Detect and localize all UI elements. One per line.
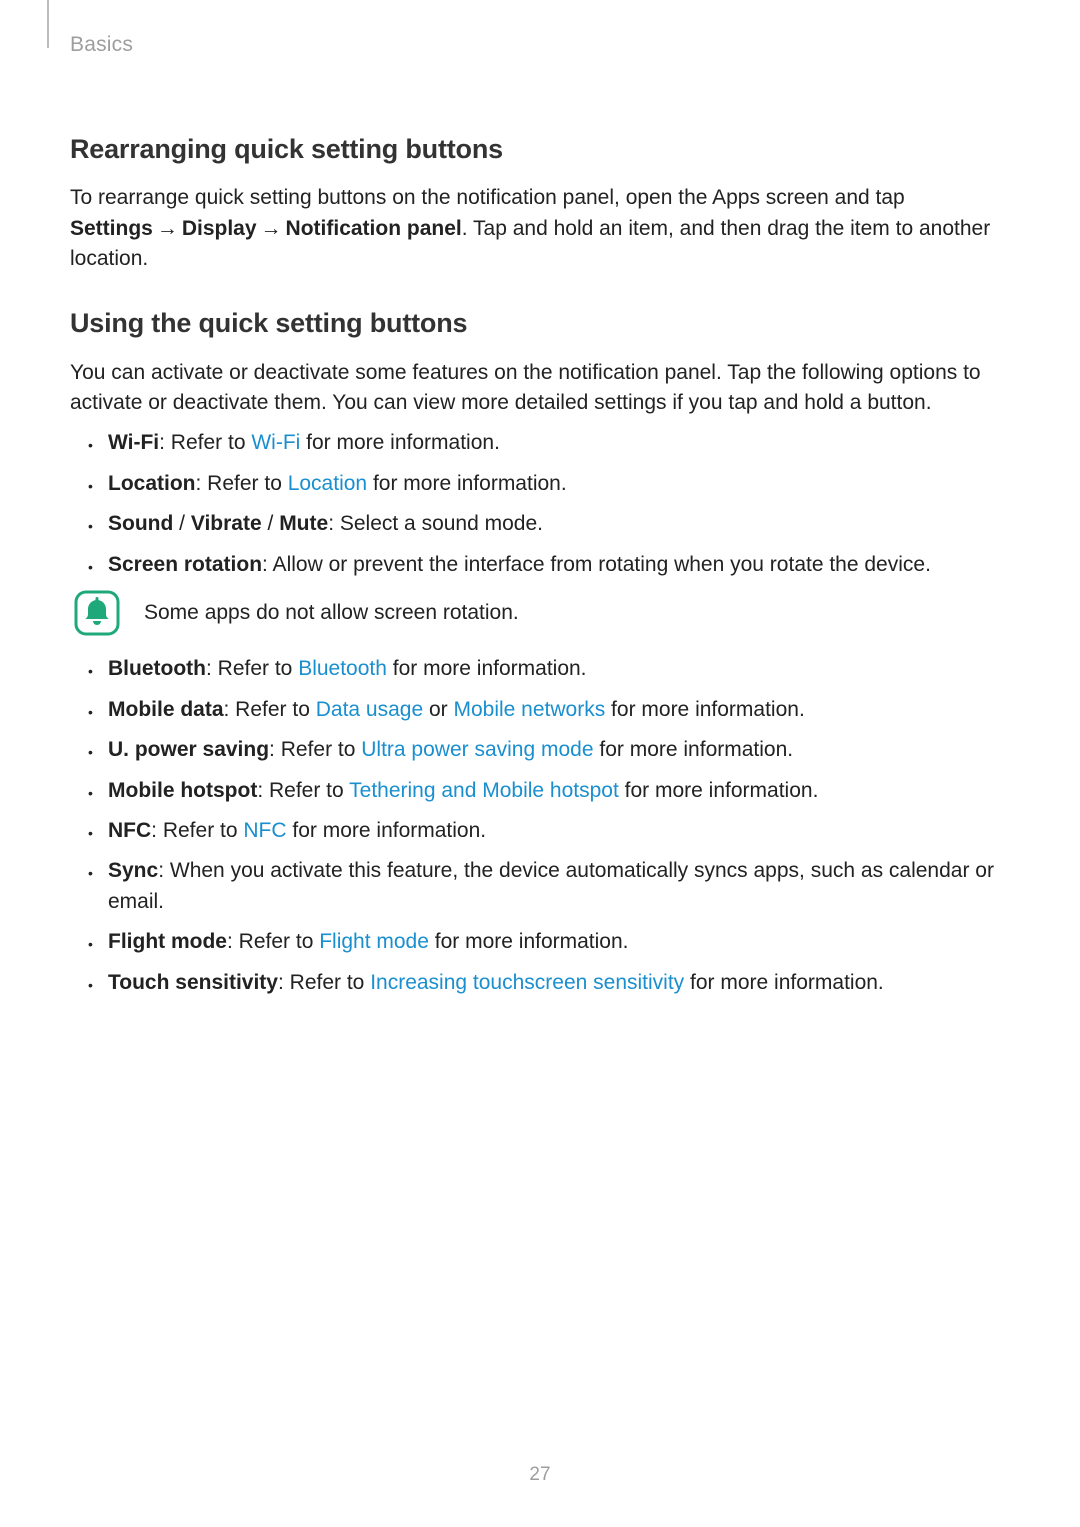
section-heading-rearranging: Rearranging quick setting buttons: [70, 130, 1010, 169]
settings-list-top: Wi-Fi: Refer to Wi-Fi for more informati…: [70, 428, 1010, 580]
item-pre: : Refer to: [224, 698, 316, 721]
chapter-header: Basics: [70, 30, 133, 60]
item-post: : Allow or prevent the interface from ro…: [262, 553, 931, 576]
list-item-nfc: NFC: Refer to NFC for more information.: [108, 816, 1010, 846]
list-item-rotation: Screen rotation: Allow or prevent the in…: [108, 550, 1010, 580]
note: Some apps do not allow screen rotation.: [70, 590, 1010, 636]
item-label-sound: Sound: [108, 512, 173, 535]
item-label: Mobile hotspot: [108, 779, 257, 802]
item-label: Bluetooth: [108, 657, 206, 680]
list-item-mobile-data: Mobile data: Refer to Data usage or Mobi…: [108, 695, 1010, 725]
item-post: for more information.: [367, 472, 567, 495]
item-label: Screen rotation: [108, 553, 262, 576]
note-text: Some apps do not allow screen rotation.: [144, 598, 519, 628]
item-post: for more information.: [605, 698, 805, 721]
header-divider: [47, 0, 49, 48]
item-post: for more information.: [300, 431, 500, 454]
item-label-vibrate: Vibrate: [191, 512, 262, 535]
section1-paragraph: To rearrange quick setting buttons on th…: [70, 183, 1010, 274]
list-item-upowersaving: U. power saving: Refer to Ultra power sa…: [108, 735, 1010, 765]
section1-intro-pre: To rearrange quick setting buttons on th…: [70, 186, 905, 209]
list-item-sound: Sound / Vibrate / Mute: Select a sound m…: [108, 509, 1010, 539]
list-item-location: Location: Refer to Location for more inf…: [108, 469, 1010, 499]
item-label: U. power saving: [108, 738, 269, 761]
list-item-wifi: Wi-Fi: Refer to Wi-Fi for more informati…: [108, 428, 1010, 458]
arrow-icon: →: [257, 217, 286, 240]
page-number: 27: [0, 1461, 1080, 1489]
list-item-hotspot: Mobile hotspot: Refer to Tethering and M…: [108, 776, 1010, 806]
arrow-icon: →: [153, 217, 182, 240]
item-post: for more information.: [429, 930, 629, 953]
link-location[interactable]: Location: [288, 472, 367, 495]
path-notification-panel: Notification panel: [286, 217, 462, 240]
item-label: Location: [108, 472, 196, 495]
link-bluetooth[interactable]: Bluetooth: [298, 657, 387, 680]
item-post: : When you activate this feature, the de…: [108, 859, 994, 912]
link-flight-mode[interactable]: Flight mode: [319, 930, 429, 953]
item-label: Wi-Fi: [108, 431, 159, 454]
link-ultra-power[interactable]: Ultra power saving mode: [361, 738, 593, 761]
item-pre: : Refer to: [269, 738, 361, 761]
link-mobile-networks[interactable]: Mobile networks: [453, 698, 605, 721]
item-post: for more information.: [684, 971, 884, 994]
item-post: for more information.: [287, 819, 487, 842]
list-item-flight: Flight mode: Refer to Flight mode for mo…: [108, 927, 1010, 957]
path-settings: Settings: [70, 217, 153, 240]
page: Basics Rearranging quick setting buttons…: [0, 0, 1080, 1527]
item-pre: : Refer to: [206, 657, 298, 680]
link-wifi[interactable]: Wi-Fi: [251, 431, 300, 454]
bell-icon: [74, 590, 120, 636]
item-label: NFC: [108, 819, 151, 842]
item-post: for more information.: [619, 779, 819, 802]
item-label: Sync: [108, 859, 158, 882]
item-pre: : Refer to: [196, 472, 288, 495]
item-post: : Select a sound mode.: [328, 512, 543, 535]
item-pre: : Refer to: [227, 930, 319, 953]
item-pre: : Refer to: [278, 971, 370, 994]
item-pre: : Refer to: [159, 431, 251, 454]
item-label: Flight mode: [108, 930, 227, 953]
list-item-bluetooth: Bluetooth: Refer to Bluetooth for more i…: [108, 654, 1010, 684]
item-pre: : Refer to: [151, 819, 243, 842]
item-label: Touch sensitivity: [108, 971, 278, 994]
item-post: for more information.: [387, 657, 587, 680]
item-label: Mobile data: [108, 698, 224, 721]
item-mid: or: [423, 698, 453, 721]
content: Rearranging quick setting buttons To rea…: [70, 0, 1010, 998]
section-heading-using: Using the quick setting buttons: [70, 304, 1010, 343]
item-post: for more information.: [594, 738, 794, 761]
link-nfc[interactable]: NFC: [243, 819, 286, 842]
settings-list-bottom: Bluetooth: Refer to Bluetooth for more i…: [70, 654, 1010, 998]
section2-intro: You can activate or deactivate some feat…: [70, 358, 1010, 419]
item-pre: : Refer to: [257, 779, 349, 802]
list-item-touch: Touch sensitivity: Refer to Increasing t…: [108, 968, 1010, 998]
path-display: Display: [182, 217, 257, 240]
list-item-sync: Sync: When you activate this feature, th…: [108, 856, 1010, 917]
link-tethering[interactable]: Tethering and Mobile hotspot: [349, 779, 619, 802]
link-data-usage[interactable]: Data usage: [316, 698, 423, 721]
link-touch-sensitivity[interactable]: Increasing touchscreen sensitivity: [370, 971, 684, 994]
item-label-mute: Mute: [279, 512, 328, 535]
